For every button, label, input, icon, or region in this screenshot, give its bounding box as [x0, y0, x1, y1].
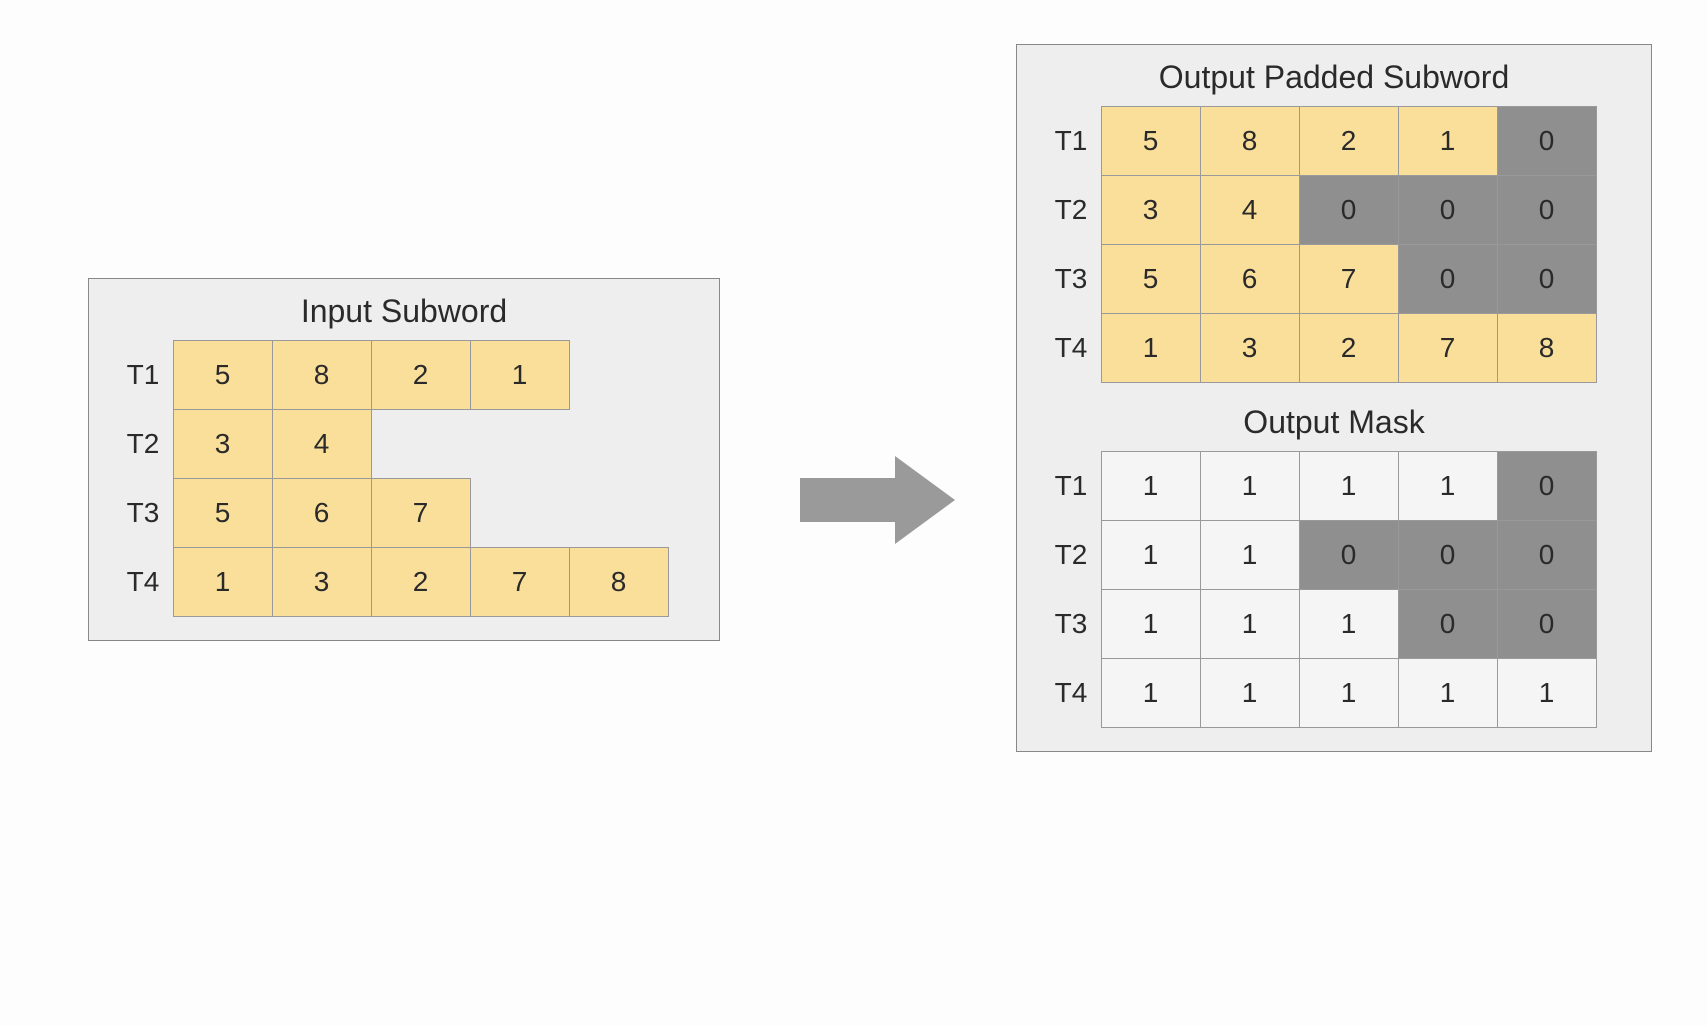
pad-cell: 0	[1497, 244, 1597, 314]
pad-cell: 0	[1497, 106, 1597, 176]
data-cell: 1	[470, 340, 570, 410]
pad-cell: 0	[1398, 175, 1498, 245]
mask-cell: 1	[1200, 520, 1300, 590]
pad-cell: 0	[1299, 175, 1399, 245]
data-cell: 6	[1200, 244, 1300, 314]
empty-cell	[470, 478, 570, 548]
mask-cell: 1	[1101, 451, 1201, 521]
row-label: T3	[113, 478, 173, 547]
row-label: T4	[113, 547, 173, 616]
table-row: T356700	[1041, 244, 1627, 313]
table-row: T234	[113, 409, 695, 478]
data-cell: 7	[1398, 313, 1498, 383]
data-cell: 8	[569, 547, 669, 617]
data-cell: 2	[371, 340, 471, 410]
output-mask-title: Output Mask	[1041, 404, 1627, 441]
data-cell: 4	[1200, 175, 1300, 245]
data-cell: 3	[1101, 175, 1201, 245]
row-label: T2	[1041, 175, 1101, 244]
mask-pad-cell: 0	[1299, 520, 1399, 590]
table-row: T3567	[113, 478, 695, 547]
table-row: T158210	[1041, 106, 1627, 175]
output-padded-grid: T158210T234000T356700T413278	[1041, 106, 1627, 382]
input-subword-panel: Input Subword T15821T234T3567T413278	[88, 278, 720, 641]
data-cell: 1	[1398, 106, 1498, 176]
mask-cell: 1	[1299, 589, 1399, 659]
output-mask-grid: T111110T211000T311100T411111	[1041, 451, 1627, 727]
mask-pad-cell: 0	[1497, 520, 1597, 590]
empty-cell	[569, 409, 669, 479]
mask-pad-cell: 0	[1398, 520, 1498, 590]
data-cell: 3	[1200, 313, 1300, 383]
row-label: T1	[1041, 451, 1101, 520]
table-row: T211000	[1041, 520, 1627, 589]
data-cell: 5	[1101, 244, 1201, 314]
arrow-icon	[800, 450, 960, 550]
table-row: T234000	[1041, 175, 1627, 244]
output-mask-section: Output Mask T111110T211000T311100T411111	[1041, 404, 1627, 727]
data-cell: 7	[371, 478, 471, 548]
data-cell: 7	[1299, 244, 1399, 314]
data-cell: 2	[1299, 106, 1399, 176]
mask-pad-cell: 0	[1497, 451, 1597, 521]
row-label: T2	[1041, 520, 1101, 589]
empty-cell	[470, 409, 570, 479]
row-label: T1	[113, 340, 173, 409]
empty-cell	[371, 409, 471, 479]
data-cell: 1	[173, 547, 273, 617]
data-cell: 5	[173, 478, 273, 548]
mask-cell: 1	[1101, 520, 1201, 590]
table-row: T413278	[1041, 313, 1627, 382]
output-panel: Output Padded Subword T158210T234000T356…	[1016, 44, 1652, 752]
mask-cell: 1	[1398, 658, 1498, 728]
data-cell: 4	[272, 409, 372, 479]
table-row: T15821	[113, 340, 695, 409]
mask-cell: 1	[1101, 589, 1201, 659]
output-padded-title: Output Padded Subword	[1041, 59, 1627, 96]
mask-cell: 1	[1101, 658, 1201, 728]
data-cell: 8	[1200, 106, 1300, 176]
row-label: T4	[1041, 313, 1101, 382]
mask-cell: 1	[1299, 658, 1399, 728]
data-cell: 2	[1299, 313, 1399, 383]
row-label: T3	[1041, 589, 1101, 658]
row-label: T3	[1041, 244, 1101, 313]
data-cell: 8	[1497, 313, 1597, 383]
data-cell: 5	[173, 340, 273, 410]
mask-cell: 1	[1398, 451, 1498, 521]
input-title: Input Subword	[113, 293, 695, 330]
data-cell: 8	[272, 340, 372, 410]
row-label: T2	[113, 409, 173, 478]
mask-cell: 1	[1299, 451, 1399, 521]
empty-cell	[569, 478, 669, 548]
table-row: T411111	[1041, 658, 1627, 727]
data-cell: 3	[272, 547, 372, 617]
data-cell: 3	[173, 409, 273, 479]
input-grid: T15821T234T3567T413278	[113, 340, 695, 616]
data-cell: 7	[470, 547, 570, 617]
data-cell: 5	[1101, 106, 1201, 176]
table-row: T413278	[113, 547, 695, 616]
mask-cell: 1	[1200, 658, 1300, 728]
data-cell: 6	[272, 478, 372, 548]
mask-cell: 1	[1200, 451, 1300, 521]
output-padded-section: Output Padded Subword T158210T234000T356…	[1041, 59, 1627, 382]
data-cell: 1	[1101, 313, 1201, 383]
data-cell: 2	[371, 547, 471, 617]
mask-pad-cell: 0	[1398, 589, 1498, 659]
table-row: T311100	[1041, 589, 1627, 658]
table-row: T111110	[1041, 451, 1627, 520]
mask-cell: 1	[1497, 658, 1597, 728]
empty-cell	[569, 340, 669, 410]
row-label: T4	[1041, 658, 1101, 727]
mask-cell: 1	[1200, 589, 1300, 659]
pad-cell: 0	[1398, 244, 1498, 314]
row-label: T1	[1041, 106, 1101, 175]
pad-cell: 0	[1497, 175, 1597, 245]
mask-pad-cell: 0	[1497, 589, 1597, 659]
